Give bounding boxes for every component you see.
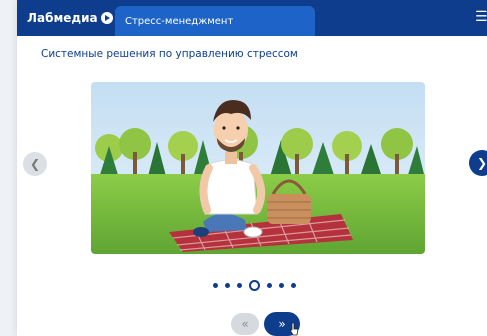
slide-illustration [91,82,425,254]
chevron-left-icon: ❮ [29,157,41,171]
slide-subtitle: Системные решения по управлению стрессом [41,48,298,60]
carousel-dot[interactable] [249,279,260,291]
course-player: Лабмедиа Стресс-менеджмент ☰ Системные р… [17,0,487,336]
carousel-dot[interactable] [237,282,242,288]
carousel-dot[interactable] [213,282,218,288]
carousel-dot[interactable] [279,282,284,288]
double-chevron-right-icon: » [278,317,286,331]
brand-logo[interactable]: Лабмедиа [27,0,117,36]
play-icon [100,12,113,24]
picnic-illustration [91,82,425,254]
carousel-dots [213,279,296,291]
double-chevron-left-icon: « [241,317,249,331]
carousel-dot[interactable] [267,282,272,288]
carousel-dot[interactable] [291,282,296,288]
course-title: Стресс-менеджмент [125,15,234,27]
tab-course[interactable]: Стресс-менеджмент [115,6,315,36]
top-bar: Лабмедиа Стресс-менеджмент ☰ [17,0,487,36]
hamburger-icon[interactable]: ☰ [475,10,487,24]
hand-cursor-icon [289,322,299,336]
carousel-prev-button[interactable]: ❮ [23,152,47,176]
carousel-dot[interactable] [225,282,230,288]
pager-prev-button[interactable]: « [231,313,259,335]
brand-name: Лабмедиа [27,11,98,25]
chevron-right-icon: ❯ [476,156,487,170]
carousel-next-button[interactable]: ❯ [469,150,487,176]
